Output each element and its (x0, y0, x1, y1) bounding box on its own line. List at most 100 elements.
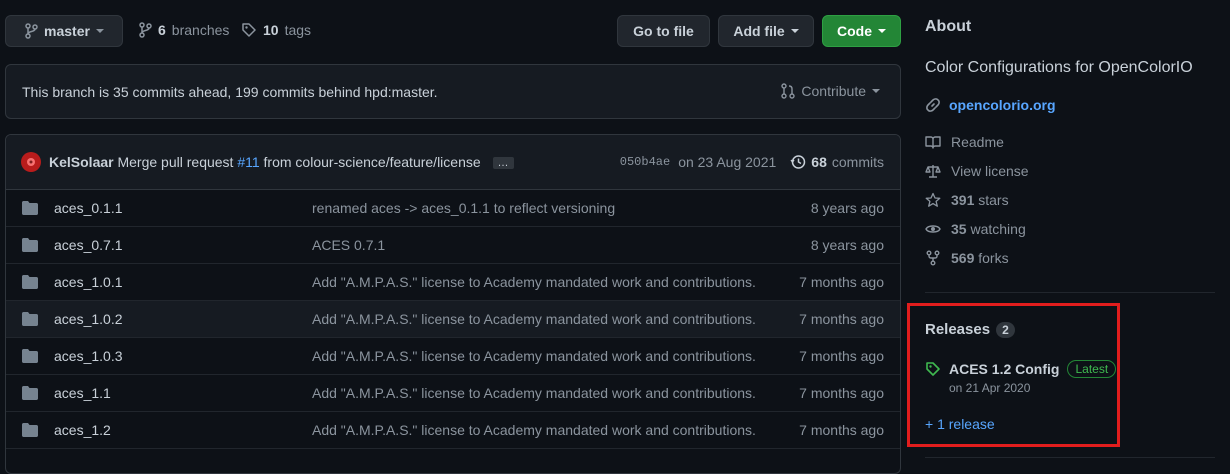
code-label: Code (837, 23, 872, 39)
forks-count: 569 (951, 250, 975, 266)
repo-forked-icon (925, 250, 941, 266)
go-to-file-label: Go to file (633, 23, 694, 39)
link-icon (925, 97, 941, 113)
contribute-button[interactable]: Contribute (781, 83, 880, 99)
releases-heading: Releases (925, 321, 991, 338)
tag-icon (241, 22, 257, 38)
forks-link[interactable]: 569 forks (925, 250, 1009, 266)
commit-sha-link[interactable]: 050b4ae (620, 155, 670, 169)
law-scale-icon (925, 163, 941, 179)
avatar[interactable] (21, 152, 41, 172)
commit-author-link[interactable]: KelSolaar (49, 154, 114, 170)
file-name-link[interactable]: aces_1.0.1 (54, 274, 123, 290)
file-row[interactable]: aces_1.0.1 Add "A.M.P.A.S." license to A… (6, 264, 900, 301)
expand-commit-message-button[interactable]: … (492, 157, 514, 170)
commits-count: 68 (811, 154, 827, 170)
file-commit-age: 7 months ago (799, 311, 884, 327)
folder-icon (22, 386, 38, 400)
stars-count: 391 (951, 192, 975, 208)
latest-release-link[interactable]: ACES 1.2 Config Latest on 21 Apr 2020 (925, 360, 1117, 395)
release-date: on 21 Apr 2020 (949, 381, 1031, 395)
commit-message-prefix[interactable]: Merge pull request (117, 154, 233, 170)
file-commit-message-link[interactable]: Add "A.M.P.A.S." license to Academy mand… (312, 311, 756, 327)
file-commit-message-link[interactable]: Add "A.M.P.A.S." license to Academy mand… (312, 348, 756, 364)
forks-label: forks (978, 250, 1009, 266)
latest-commit-bar: KelSolaar Merge pull request #11 from co… (6, 135, 900, 190)
add-file-label: Add file (733, 23, 785, 39)
folder-icon (22, 423, 38, 437)
readme-label: Readme (951, 134, 1004, 150)
file-commit-message-link[interactable]: Add "A.M.P.A.S." license to Academy mand… (312, 422, 756, 438)
pull-request-icon (781, 83, 796, 99)
file-row[interactable]: aces_0.1.1 renamed aces -> aces_0.1.1 to… (6, 190, 900, 227)
file-name-link[interactable]: aces_1.1 (54, 385, 111, 401)
about-heading: About (925, 18, 972, 35)
folder-icon (22, 312, 38, 326)
chevron-down-icon (878, 29, 886, 33)
git-branch-icon (24, 23, 38, 39)
tags-link[interactable]: 10 tags (241, 22, 311, 38)
watching-count: 35 (951, 221, 967, 237)
sidebar-divider (925, 457, 1215, 458)
folder-icon (22, 201, 38, 215)
release-name: ACES 1.2 Config (949, 361, 1060, 377)
releases-heading-link[interactable]: Releases 2 (925, 321, 1015, 338)
watching-label: watching (970, 221, 1026, 237)
readme-link[interactable]: Readme (925, 134, 1004, 150)
file-name-link[interactable]: aces_1.0.2 (54, 311, 123, 327)
more-releases-link[interactable]: + 1 release (925, 416, 995, 432)
releases-count-badge: 2 (996, 321, 1015, 338)
license-label: View license (951, 163, 1029, 179)
file-commit-message-link[interactable]: Add "A.M.P.A.S." license to Academy mand… (312, 385, 756, 401)
eye-icon (925, 221, 941, 237)
go-to-file-button[interactable]: Go to file (617, 15, 710, 47)
file-row[interactable]: aces_1.1 Add "A.M.P.A.S." license to Aca… (6, 375, 900, 412)
branches-label: branches (171, 22, 230, 38)
license-link[interactable]: View license (925, 163, 1029, 179)
file-name-link[interactable]: aces_0.1.1 (54, 200, 123, 216)
watching-link[interactable]: 35 watching (925, 221, 1026, 237)
git-branch-icon (138, 22, 152, 38)
contribute-label: Contribute (801, 83, 866, 99)
code-button[interactable]: Code (822, 15, 901, 47)
branch-select-button[interactable]: master (5, 15, 123, 47)
commit-meta: 050b4ae on 23 Aug 2021 68 commits (620, 154, 884, 170)
repo-description: Color Configurations for OpenColorIO (925, 59, 1193, 76)
file-commit-message-link[interactable]: renamed aces -> aces_0.1.1 to reflect ve… (312, 200, 615, 216)
folder-icon (22, 275, 38, 289)
pull-request-link[interactable]: #11 (237, 154, 259, 170)
branch-name: master (44, 23, 90, 39)
chevron-down-icon (872, 89, 880, 93)
file-browser: KelSolaar Merge pull request #11 from co… (5, 134, 901, 474)
file-commit-message-link[interactable]: ACES 0.7.1 (312, 237, 385, 253)
stars-label: stars (978, 192, 1009, 208)
file-row[interactable]: aces_1.2 Add "A.M.P.A.S." license to Aca… (6, 412, 900, 449)
commit-message-suffix[interactable]: from colour-science/feature/license (264, 154, 481, 170)
folder-icon (22, 238, 38, 252)
file-name-link[interactable]: aces_0.7.1 (54, 237, 123, 253)
file-name-link[interactable]: aces_1.2 (54, 422, 111, 438)
history-clock-icon (790, 154, 806, 170)
branch-compare-banner: This branch is 35 commits ahead, 199 com… (5, 64, 901, 119)
file-name-link[interactable]: aces_1.0.3 (54, 348, 123, 364)
file-row[interactable]: aces_1.0.2 Add "A.M.P.A.S." license to A… (6, 301, 900, 338)
star-icon (925, 192, 941, 208)
commits-label: commits (831, 154, 884, 170)
file-row[interactable]: aces_0.7.1 ACES 0.7.1 8 years ago (6, 227, 900, 264)
commit-date: on 23 Aug 2021 (678, 154, 777, 170)
file-commit-message-link[interactable]: Add "A.M.P.A.S." license to Academy mand… (312, 274, 756, 290)
file-commit-age: 7 months ago (799, 274, 884, 290)
stars-link[interactable]: 391 stars (925, 192, 1009, 208)
book-icon (925, 134, 941, 150)
website-link[interactable]: opencolorio.org (925, 97, 1056, 113)
commits-history-link[interactable]: 68 commits (790, 154, 884, 170)
branches-link[interactable]: 6 branches (138, 22, 229, 38)
branches-count: 6 (158, 22, 166, 38)
chevron-down-icon (95, 29, 104, 33)
folder-icon (22, 349, 38, 363)
chevron-down-icon (790, 29, 799, 33)
add-file-button[interactable]: Add file (718, 15, 814, 47)
commit-message: KelSolaar Merge pull request #11 from co… (49, 154, 514, 170)
file-row[interactable]: aces_1.0.3 Add "A.M.P.A.S." license to A… (6, 338, 900, 375)
branch-compare-text: This branch is 35 commits ahead, 199 com… (22, 83, 438, 100)
